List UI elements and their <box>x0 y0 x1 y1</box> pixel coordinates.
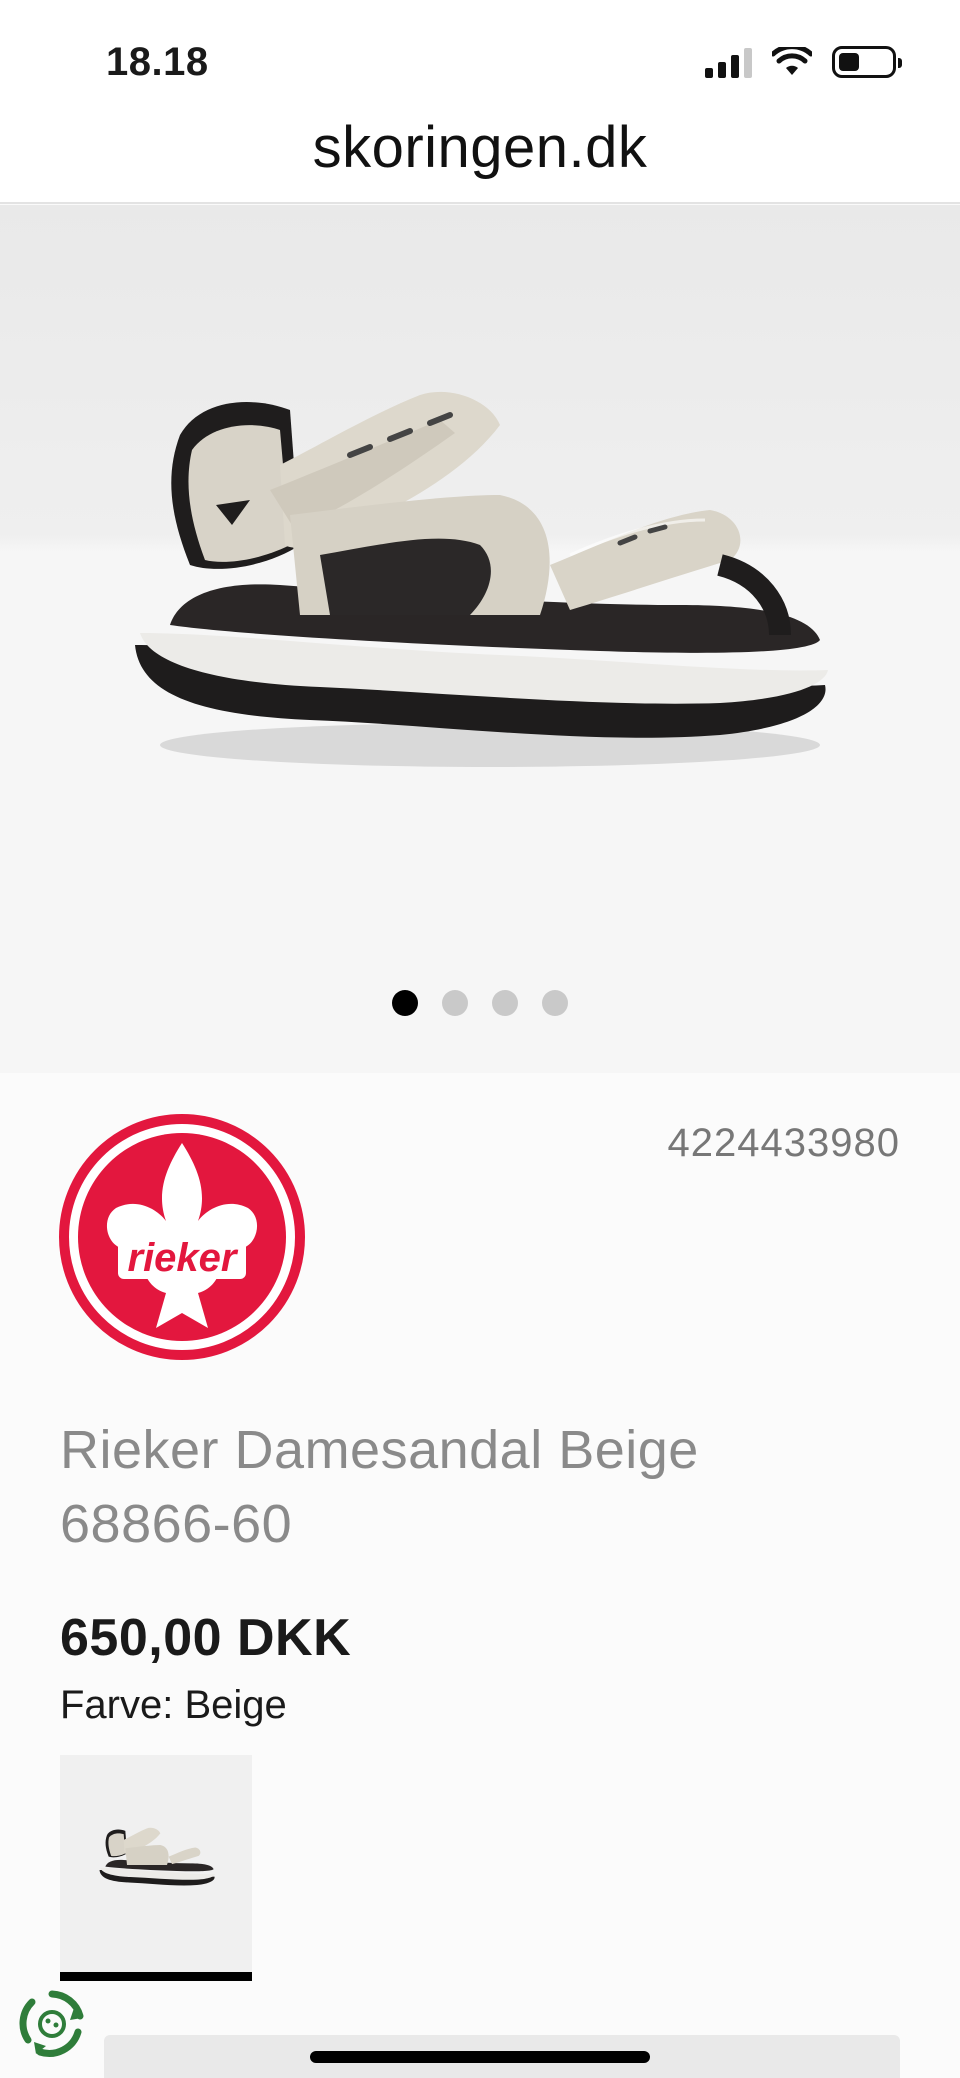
url-text[interactable]: skoringen.dk <box>313 114 648 181</box>
gallery-dot-3[interactable] <box>492 990 518 1016</box>
status-time: 18.18 <box>106 40 209 84</box>
color-variant-thumbnail[interactable] <box>60 1755 252 1981</box>
sandal-image[interactable] <box>120 315 840 795</box>
gallery-dot-1[interactable] <box>392 990 418 1016</box>
cellular-signal-icon <box>705 46 752 78</box>
status-icons <box>705 46 902 78</box>
product-price: 650,00 DKK <box>60 1609 352 1667</box>
gallery-dot-4[interactable] <box>542 990 568 1016</box>
gallery-dot-2[interactable] <box>442 990 468 1016</box>
product-color-label: Farve: Beige <box>60 1683 287 1727</box>
product-image-gallery[interactable] <box>0 205 960 1073</box>
product-details: rieker 4224433980 Rieker Damesandal Beig… <box>0 1073 960 2078</box>
status-bar: 18.18 <box>0 0 960 108</box>
svg-text:rieker: rieker <box>128 1236 239 1280</box>
sandal-thumbnail-image[interactable] <box>82 1815 232 1895</box>
wifi-icon <box>772 47 812 75</box>
rieker-logo[interactable]: rieker <box>58 1113 306 1361</box>
recycle-icon[interactable] <box>16 1988 88 2060</box>
product-sku: 4224433980 <box>667 1121 900 1165</box>
gallery-pagination[interactable] <box>0 990 960 1016</box>
battery-icon <box>832 46 902 78</box>
product-title: Rieker Damesandal Beige 68866-60 <box>60 1420 699 1554</box>
home-indicator[interactable] <box>310 2051 650 2063</box>
browser-address-bar[interactable]: skoringen.dk <box>0 108 960 204</box>
